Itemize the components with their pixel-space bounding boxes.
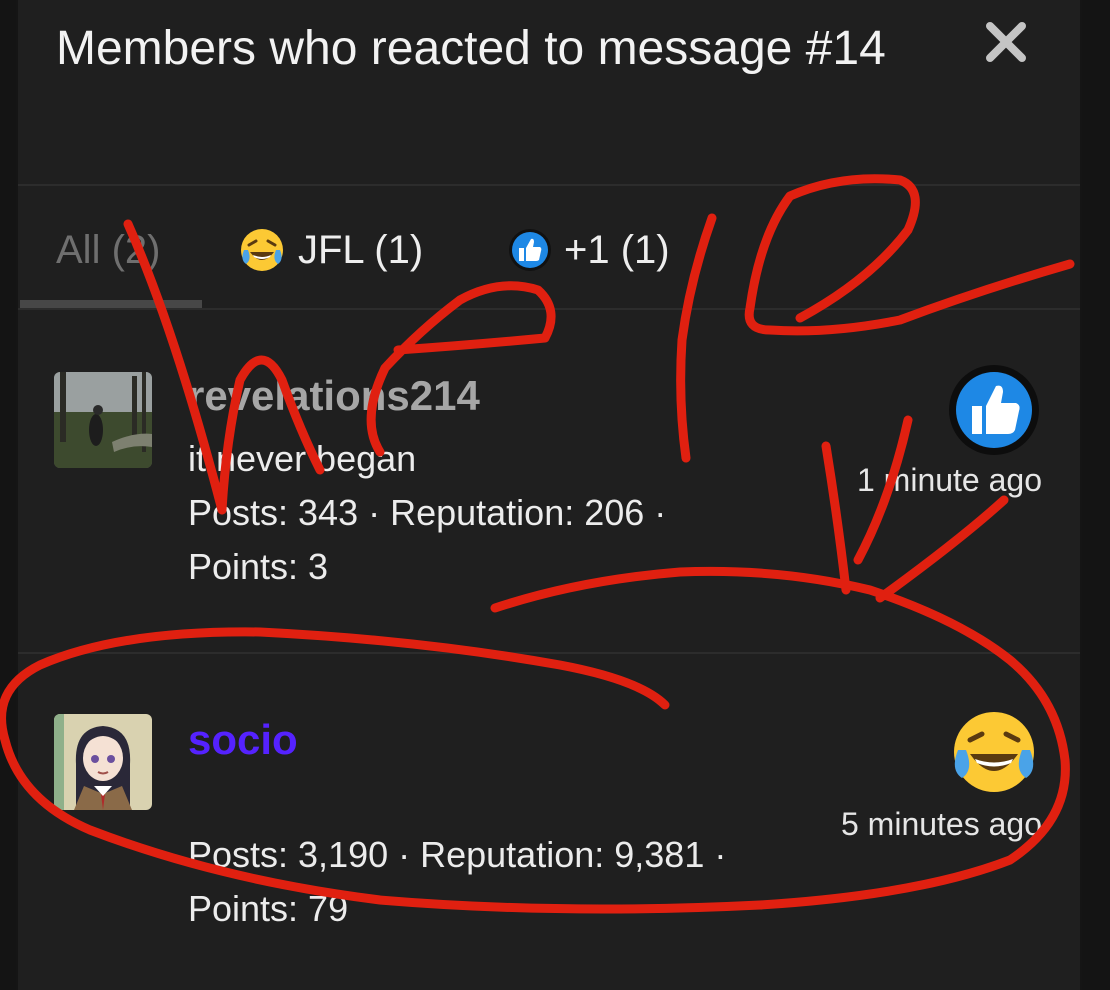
tab-jfl-label: JFL (1)	[298, 228, 424, 272]
reactions-dialog: Members who reacted to message #14 All (…	[16, 0, 1082, 990]
user-stats: Posts: 3,190 · Reputation: 9,381 · Point…	[188, 828, 828, 936]
close-icon	[986, 22, 1026, 62]
reaction-tabs: All (2) JFL (1) +1 (1)	[18, 186, 1080, 310]
crying-laughing-emoji-icon	[241, 229, 283, 271]
active-tab-indicator	[20, 300, 202, 308]
user-tagline: it never began	[188, 438, 417, 479]
username-link[interactable]: socio	[188, 716, 298, 764]
tab-plus-one[interactable]: +1 (1)	[508, 222, 670, 278]
user-stats-line-1: Posts: 343 · Reputation: 206 ·	[188, 492, 667, 533]
close-button[interactable]	[984, 20, 1028, 64]
dialog-header: Members who reacted to message #14	[18, 0, 1080, 186]
user-stats-line-1: Posts: 3,190 · Reputation: 9,381 ·	[188, 834, 727, 875]
username-link[interactable]: revelations214	[188, 372, 480, 420]
avatar[interactable]	[54, 714, 152, 810]
user-stats: Posts: 343 · Reputation: 206 · Points: 3	[188, 486, 828, 594]
tab-all-label: All (2)	[56, 228, 161, 272]
user-stats-line-2: Points: 79	[188, 888, 349, 929]
reaction-time: 1 minute ago	[856, 462, 1042, 498]
member-row: revelations214 it never began Posts: 343…	[18, 310, 1080, 654]
avatar[interactable]	[54, 372, 152, 468]
thumbs-up-icon	[949, 365, 1039, 455]
member-row: socio Posts: 3,190 · Reputation: 9,381 ·…	[18, 654, 1080, 990]
user-stats-line-2: Points: 3	[188, 546, 329, 587]
thumbs-up-icon	[509, 229, 551, 271]
tab-all[interactable]: All (2)	[56, 222, 160, 278]
tab-plus-one-label: +1 (1)	[564, 228, 670, 272]
tab-jfl[interactable]: JFL (1)	[238, 222, 423, 278]
crying-laughing-emoji-icon	[954, 712, 1034, 792]
reaction-time: 5 minutes ago	[840, 806, 1042, 842]
dialog-title: Members who reacted to message #14	[56, 22, 886, 75]
